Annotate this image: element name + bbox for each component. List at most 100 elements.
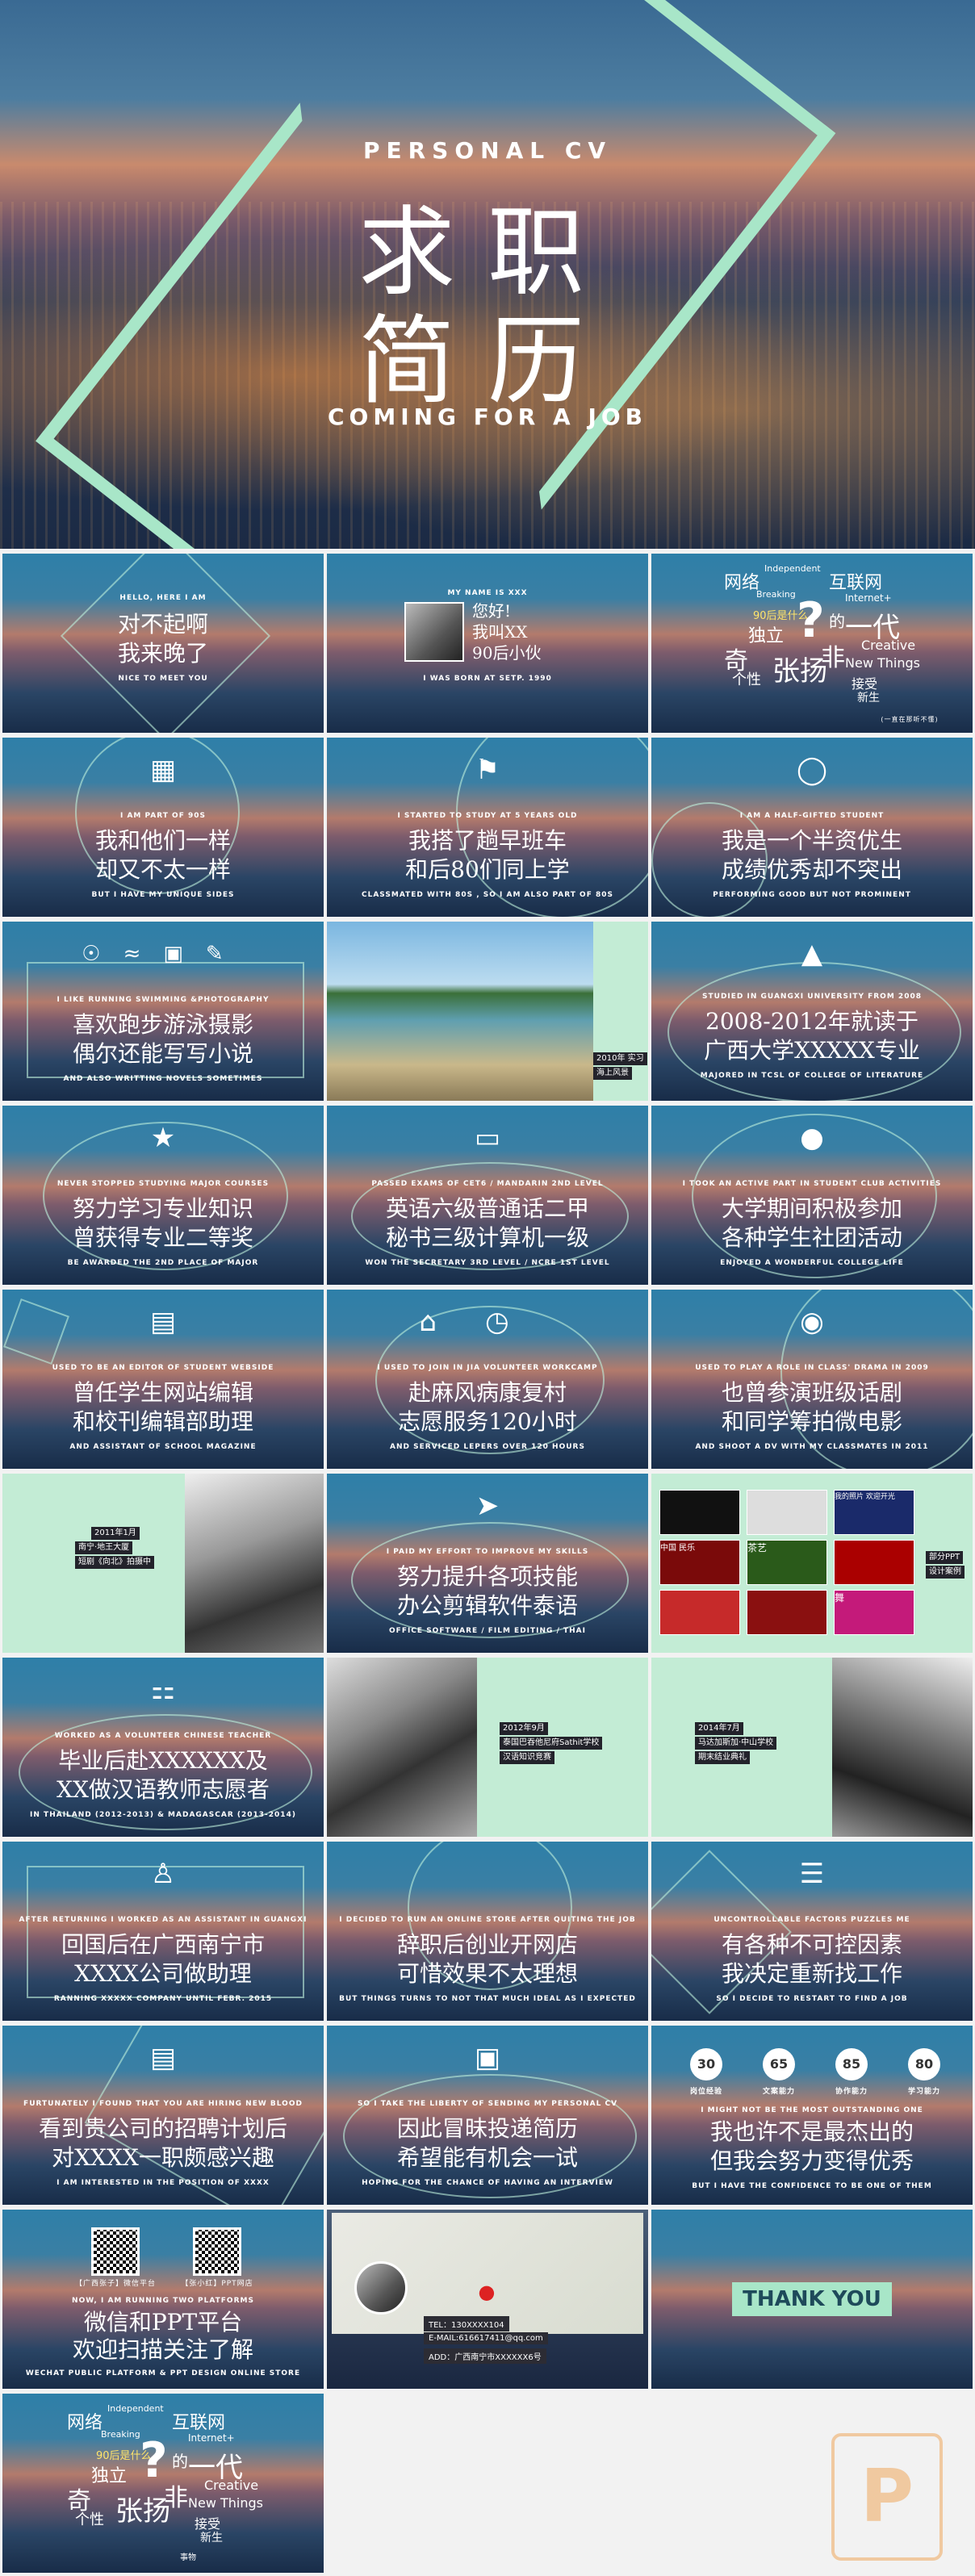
cloud-word: 新生 — [857, 692, 880, 705]
slide-university[interactable]: ▲ STUDIED IN GUANGXI UNIVERSITY FROM 200… — [651, 922, 973, 1101]
photo-caption: 2012年9月 — [500, 1722, 548, 1735]
slide-small-top: NOW, I AM RUNNING TWO PLATFORMS — [72, 2297, 254, 2305]
slide-major-award[interactable]: ★ NEVER STOPPED STUDYING MAJOR COURSES 努… — [2, 1106, 324, 1285]
cloud-word: Independent — [107, 2403, 164, 2414]
slide-line1: 您好! — [472, 601, 512, 621]
slide-small-top: WORKED AS A VOLUNTEER CHINESE TEACHER — [54, 1732, 272, 1740]
slide-small-bottom: ENJOYED A WONDERFUL COLLEGE LIFE — [720, 1259, 904, 1267]
lightbulb-icon: ◯ — [796, 754, 828, 786]
slide-small-top: I LIKE RUNNING SWIMMING &PHOTOGRAPHY — [56, 996, 270, 1004]
ppt-thumb[interactable]: 我的照片 欢迎开光 — [834, 1490, 914, 1535]
slide-small-bottom: I AM INTERESTED IN THE POSITION OF XXXX — [56, 2179, 270, 2187]
slide-line1: 对不起啊 — [117, 611, 208, 638]
cloud-note: (一直在那听不懂) — [881, 716, 939, 723]
cloud-word: New Things — [188, 2495, 263, 2511]
ppt-thumb[interactable] — [659, 1590, 740, 1635]
slide-small-bottom: AND SHOOT A DV WITH MY CLASSMATES IN 201… — [695, 1443, 929, 1451]
slide-line1: 我和他们一样 — [94, 827, 231, 854]
slide-part-of-90s[interactable]: ▦ I AM PART OF 90S 我和他们一样 却又不太一样 BUT I H… — [2, 738, 324, 917]
slide-small-bottom: AND SERVICED LEPERS OVER 120 HOURS — [390, 1443, 585, 1451]
slide-name[interactable]: MY NAME IS XXX 您好! 我叫XX 90后小伙 I WAS BORN… — [327, 554, 648, 733]
map-pin-icon: ● — [478, 2281, 496, 2303]
slide-teacher-volunteer[interactable]: ⚏ WORKED AS A VOLUNTEER CHINESE TEACHER … — [2, 1658, 324, 1837]
house-clock-icons: ⌂◷ — [419, 1306, 558, 1338]
computer-icon: ▭ — [474, 1122, 501, 1154]
slide-small-bottom: RANNING XXXXX COMPANY UNTIL FEBR. 2015 — [53, 1995, 273, 2003]
slide-small-bottom: AND ASSISTANT OF SCHOOL MAGAZINE — [69, 1443, 257, 1451]
slide-small-top: USED TO BE AN EDITOR OF STUDENT WEBSIDE — [52, 1364, 274, 1372]
slide-send-cv[interactable]: ▣ SO I TAKE THE LIBERTY OF SENDING MY PE… — [327, 2026, 648, 2205]
slide-small-top: I AM PART OF 90S — [119, 812, 206, 820]
slide-line2: XXXX公司做助理 — [74, 1960, 252, 1987]
slide-small-bottom: BUT I HAVE THE CONFIDENCE TO BE ONE OF T… — [692, 2182, 932, 2190]
slide-assistant[interactable]: ♙ AFTER RETURNING I WORKED AS AN ASSISTA… — [2, 1842, 324, 2021]
slide-drama[interactable]: ◉ USED TO PLAY A ROLE IN CLASS' DRAMA IN… — [651, 1290, 973, 1469]
word-cloud: 网络 Independent 互联网 Breaking Internet+ 90… — [59, 2400, 269, 2562]
contact-email[interactable]: E-MAIL:616617411@qq.com — [424, 2332, 548, 2344]
slide-small-bottom: SO I DECIDE TO RESTART TO FIND A JOB — [716, 1995, 908, 2003]
wechat-qr-code[interactable] — [91, 2227, 140, 2276]
slide-volunteer[interactable]: ⌂◷ I USED TO JOIN IN JIA VOLUNTEER WORKC… — [327, 1290, 648, 1469]
slide-small-top: SO I TAKE THE LIBERTY OF SENDING MY PERS… — [357, 2100, 618, 2108]
slide-photo-beach[interactable]: 2010年 实习 海上风景 — [327, 922, 648, 1101]
slide-filming-photo[interactable]: 2011年1月 南宁·地王大厦 短剧《向北》拍摄中 — [2, 1474, 324, 1653]
thumb-label: 中国 民乐 — [660, 1544, 696, 1553]
slide-line2: 和校刊编辑部助理 — [72, 1408, 253, 1435]
thailand-photo — [327, 1658, 477, 1837]
cloud-word: 独立 — [91, 2466, 128, 2486]
ppt-thumb[interactable] — [747, 1590, 827, 1635]
ppt-thumb[interactable]: 舞 — [834, 1590, 914, 1635]
slide-half-gifted[interactable]: ◯ I AM A HALF-GIFTED STUDENT 我是一个半资优生 成绩… — [651, 738, 973, 917]
slide-exams[interactable]: ▭ PASSED EXAMS OF CET6 / MANDARIN 2ND LE… — [327, 1106, 648, 1285]
slide-hiring[interactable]: ▤ FURTUNATELY I FOUND THAT YOU ARE HIRIN… — [2, 2026, 324, 2205]
slide-skills[interactable]: ➤ I PAID MY EFFORT TO IMPROVE MY SKILLS … — [327, 1474, 648, 1653]
score-label: 协作能力 — [835, 2088, 868, 2096]
cloud-word: 新生 — [200, 2532, 223, 2545]
slide-ppt-cases[interactable]: 我的照片 欢迎开光 中国 民乐 茶艺 舞 部分PPT 设计案例 — [651, 1474, 973, 1653]
photo-caption: 马达加斯加·中山学校 — [695, 1737, 777, 1750]
slide-line2: 曾获得专业二等奖 — [72, 1224, 253, 1251]
slide-thank-you[interactable]: THANK YOU — [651, 2210, 973, 2389]
slide-wordcloud[interactable]: 网络 Independent 互联网 Breaking Internet+ 90… — [651, 554, 973, 733]
store-qr-code[interactable] — [193, 2227, 241, 2276]
slide-wordcloud-end[interactable]: 网络 Independent 互联网 Breaking Internet+ 90… — [2, 2394, 324, 2573]
ppt-thumb[interactable] — [747, 1490, 827, 1535]
slide-abilities[interactable]: 30 65 85 80 岗位经验 文案能力 协作能力 学习能力 I MIGHT … — [651, 2026, 973, 2205]
slide-line2: 和后80们同上学 — [405, 856, 570, 883]
ppt-thumb[interactable] — [659, 1490, 740, 1535]
madagascar-photo — [832, 1658, 973, 1837]
slide-line1: 我搭了趟早班车 — [408, 827, 567, 854]
graduation-cap-icon: ▲ — [801, 938, 823, 970]
word-cloud: 网络 Independent 互联网 Breaking Internet+ 90… — [708, 560, 920, 721]
slide-thailand-photo[interactable]: 2012年9月 泰国巴吞他尼府Sathit学校 汉语知识竞赛 — [327, 1658, 648, 1837]
slide-early-school[interactable]: ⚑ I STARTED TO STUDY AT 5 YEARS OLD 我搭了趟… — [327, 738, 648, 917]
avatar — [354, 2261, 408, 2315]
slide-small-top: I TOOK AN ACTIVE PART IN STUDENT CLUB AC… — [682, 1180, 942, 1188]
slide-restart[interactable]: ☰ UNCONTROLLABLE FACTORS PUZZLES ME 有各种不… — [651, 1842, 973, 2021]
slide-madagascar-photo[interactable]: 2014年7月 马达加斯加·中山学校 期末结业典礼 — [651, 1658, 973, 1837]
person-icon: ♙ — [150, 1858, 176, 1890]
slide-hobbies[interactable]: ☉≈▣✎ I LIKE RUNNING SWIMMING &PHOTOGRAPH… — [2, 922, 324, 1101]
cloud-word: 事物 — [180, 2553, 196, 2562]
photo-caption: 2010年 实习 — [593, 1052, 647, 1065]
slide-line1: 赴麻风病康复村 — [408, 1379, 567, 1406]
slide-line1: 我是一个半资优生 — [721, 827, 902, 854]
slide-small-top: AFTER RETURNING I WORKED AS AN ASSISTANT… — [19, 1916, 308, 1924]
ppt-thumb[interactable] — [834, 1540, 914, 1585]
slide-small-bottom: OFFICE SOFTWARE / FILM EDITING / THAI — [389, 1627, 586, 1635]
slide-line1: 毕业后赴XXXXXX及 — [58, 1747, 268, 1774]
avatar-photo — [404, 602, 464, 662]
slide-contact[interactable]: ● TEL：130XXXX104 E-MAIL:616617411@qq.com… — [327, 2210, 648, 2389]
slide-online-store[interactable]: I DECIDED TO RUN AN ONLINE STORE AFTER Q… — [327, 1842, 648, 2021]
slide-clubs[interactable]: ● I TOOK AN ACTIVE PART IN STUDENT CLUB … — [651, 1106, 973, 1285]
slide-editor[interactable]: ▤ USED TO BE AN EDITOR OF STUDENT WEBSID… — [2, 1290, 324, 1469]
cloud-word: 互联网 — [172, 2413, 226, 2433]
ppt-thumb[interactable]: 中国 民乐 — [659, 1540, 740, 1585]
ppt-thumb[interactable]: 茶艺 — [747, 1540, 827, 1585]
slide-platforms[interactable]: 【广西张子】微信平台 【张小红】PPT网店 NOW, I AM RUNNING … — [2, 2210, 324, 2389]
thumb-label: 茶艺 — [747, 1542, 768, 1554]
handshake-icon: ☰ — [799, 1858, 825, 1890]
slide-hello[interactable]: HELLO, HERE I AM 对不起啊 我来晚了 NICE TO MEET … — [2, 554, 324, 733]
cloud-word: 独立 — [748, 626, 785, 646]
slide-line2: XX做汉语教师志愿者 — [56, 1776, 270, 1803]
